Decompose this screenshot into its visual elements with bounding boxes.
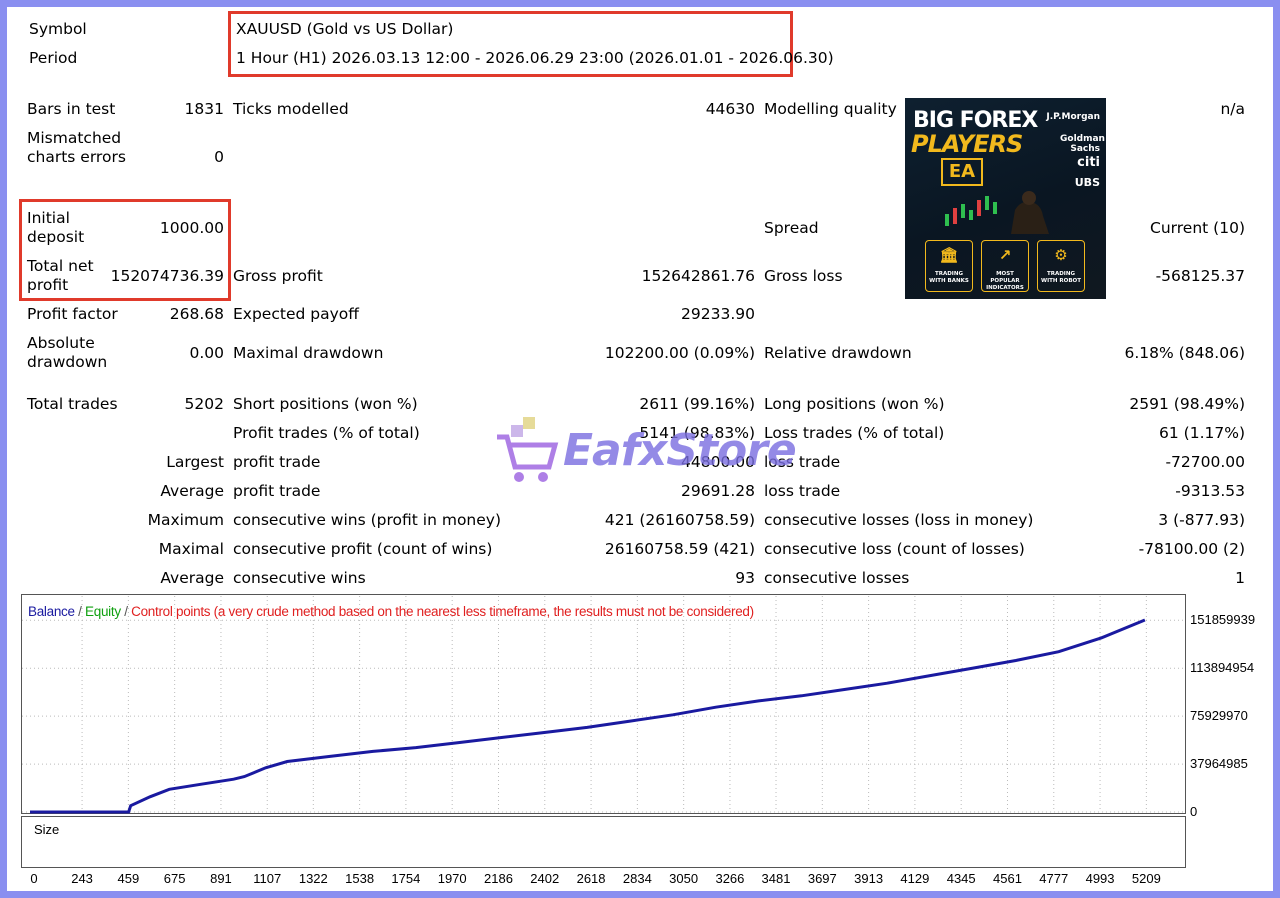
x-tick-label: 4129	[900, 871, 930, 886]
x-tick-label: 459	[117, 871, 140, 886]
x-tick-label: 2618	[576, 871, 606, 886]
x-tick-label: 1322	[298, 871, 328, 886]
x-tick-label: 891	[210, 871, 232, 886]
x-tick-label: 5209	[1131, 871, 1161, 886]
x-tick-label: 1970	[437, 871, 467, 886]
x-tick-label: 2402	[530, 871, 560, 886]
y-tick-label: 75929970	[1190, 708, 1248, 724]
x-tick-label: 2186	[484, 871, 513, 886]
legend-equity: Equity	[85, 604, 121, 619]
x-tick-label: 1754	[391, 871, 421, 886]
size-chart-label: Size	[34, 822, 60, 837]
x-tick-label: 1538	[345, 871, 375, 886]
x-tick-label: 2834	[622, 871, 652, 886]
x-tick-label: 243	[71, 871, 93, 886]
x-tick-label: 3481	[761, 871, 791, 886]
legend-sep-2: /	[120, 604, 132, 619]
y-tick-label: 0	[1190, 804, 1198, 819]
y-tick-label: 113894954	[1190, 660, 1255, 676]
legend-sep-1: /	[74, 604, 86, 619]
x-tick-label: 3266	[715, 871, 745, 886]
x-tick-label: 3913	[854, 871, 884, 886]
size-chart	[21, 816, 1186, 868]
x-tick-label: 3697	[807, 871, 837, 886]
x-tick-label: 1107	[253, 871, 282, 886]
series-line-balance	[30, 618, 1146, 814]
x-tick-label: 3050	[669, 871, 699, 886]
legend-balance: Balance	[28, 604, 75, 619]
x-tick-label: 4777	[1039, 871, 1069, 886]
y-tick-label: 37964985	[1190, 756, 1248, 772]
balance-chart-plot	[22, 596, 1183, 865]
x-tick-label: 0	[30, 871, 38, 886]
x-tick-label: 4561	[993, 871, 1022, 886]
x-tick-label: 4993	[1085, 871, 1115, 886]
legend-control-points: Control points (a very crude method base…	[131, 604, 754, 619]
x-tick-label: 4345	[946, 871, 976, 886]
y-tick-label: 151859939	[1190, 612, 1256, 628]
x-tick-label: 675	[163, 871, 186, 886]
chart-legend: Balance / Equity / Control points (a ver…	[28, 604, 754, 619]
